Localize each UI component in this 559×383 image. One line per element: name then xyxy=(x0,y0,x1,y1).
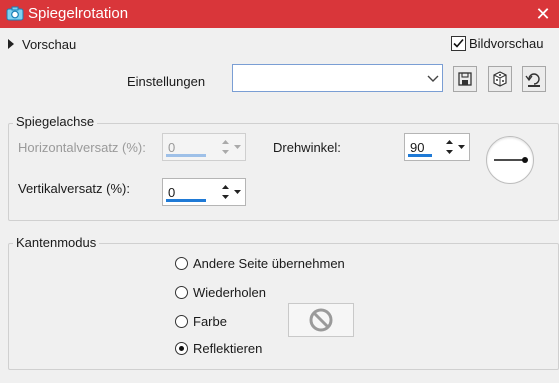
vertical-offset-value: 0 xyxy=(168,185,176,200)
checkmark-icon xyxy=(453,38,464,48)
vertical-offset-stepper[interactable]: 0 xyxy=(162,178,246,206)
bildvorschau-checkbox[interactable] xyxy=(451,36,466,51)
radio-label-wiederholen: Wiederholen xyxy=(193,285,266,300)
save-settings-button[interactable] xyxy=(453,66,477,92)
settings-select[interactable] xyxy=(232,64,443,92)
radio-wiederholen[interactable] xyxy=(175,286,188,299)
expand-arrow-icon xyxy=(8,39,14,49)
horizontal-offset-underline xyxy=(166,154,206,157)
color-swatch-button[interactable] xyxy=(288,303,354,337)
no-entry-icon xyxy=(309,308,333,332)
dropdown-arrow-icon[interactable] xyxy=(456,136,467,158)
radio-label-reflektieren: Reflektieren xyxy=(193,341,263,356)
radio-label-andere-seite: Andere Seite übernehmen xyxy=(193,256,345,271)
horizontal-offset-label: Horizontalversatz (%): xyxy=(18,140,146,155)
close-button[interactable]: ✕ xyxy=(527,0,559,28)
vertical-offset-underline xyxy=(166,199,206,202)
spin-arrows-icon[interactable] xyxy=(220,181,231,203)
dice-icon xyxy=(493,71,507,87)
dial-needle-icon xyxy=(494,157,528,163)
radio-label-farbe: Farbe xyxy=(193,314,227,329)
vertical-offset-label: Vertikalversatz (%): xyxy=(18,181,130,196)
preview-label: Vorschau xyxy=(22,37,77,52)
reset-settings-button[interactable] xyxy=(522,66,546,92)
reset-icon xyxy=(525,73,540,87)
settings-label: Einstellungen xyxy=(127,74,206,89)
rotation-angle-label: Drehwinkel: xyxy=(273,140,341,155)
random-settings-button[interactable] xyxy=(488,66,512,92)
floppy-disk-icon xyxy=(458,72,472,86)
rotation-dial[interactable] xyxy=(486,136,534,184)
horizontal-offset-value: 0 xyxy=(168,140,176,155)
rotation-angle-underline xyxy=(408,154,432,157)
horizontal-offset-stepper: 0 xyxy=(162,133,246,161)
radio-reflektieren[interactable] xyxy=(175,342,188,355)
bildvorschau-label: Bildvorschau xyxy=(469,36,544,51)
window-title: Spiegelrotation xyxy=(28,5,129,22)
rotation-angle-value: 90 xyxy=(410,140,425,155)
mirror-axis-group xyxy=(8,123,559,221)
rotation-angle-stepper[interactable]: 90 xyxy=(404,133,470,161)
camera-icon xyxy=(6,5,24,23)
chevron-down-icon[interactable] xyxy=(425,66,441,90)
mirror-axis-title: Spiegelachse xyxy=(13,114,98,129)
edge-mode-title: Kantenmodus xyxy=(13,235,100,250)
dropdown-arrow-icon[interactable] xyxy=(232,181,243,203)
spin-arrows-icon[interactable] xyxy=(444,136,455,158)
radio-andere-seite[interactable] xyxy=(175,257,188,270)
dropdown-arrow-icon xyxy=(232,136,243,158)
radio-farbe[interactable] xyxy=(175,315,188,328)
spin-arrows-icon xyxy=(220,136,231,158)
